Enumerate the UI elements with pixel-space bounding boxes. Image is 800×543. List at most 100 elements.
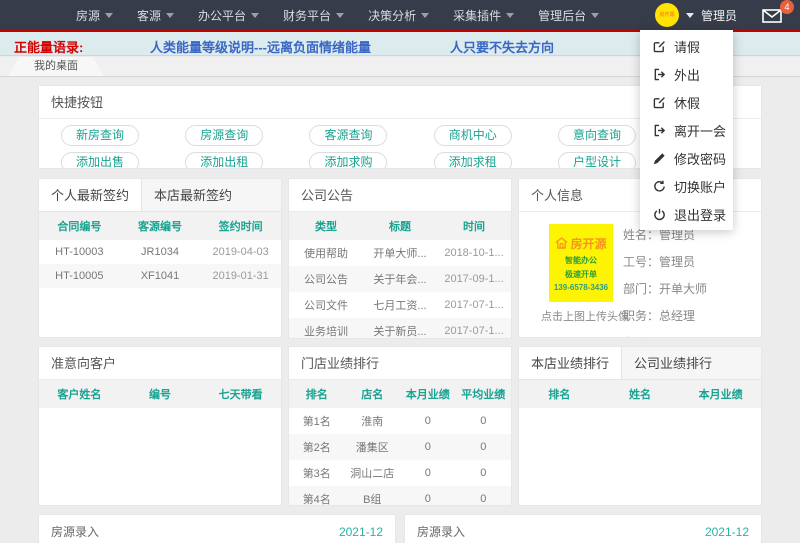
prospective-clients-table: 客户姓名 编号 七天带看 <box>39 380 281 408</box>
chevron-down-icon <box>506 13 514 18</box>
nav-menu-analysis[interactable]: 决策分析 <box>368 7 429 24</box>
chart-period-link[interactable]: 2021-12 <box>705 525 749 539</box>
quote-text-2: 人只要不失去方向 <box>450 37 554 56</box>
panel-title: 门店业绩排行 <box>289 347 511 380</box>
quick-button-client-query[interactable]: 客源查询 <box>309 125 387 146</box>
dropdown-item-logout[interactable]: 退出登录 <box>640 200 733 228</box>
table-row: 业务培训 关于新员... 2017-07-1... <box>289 318 511 339</box>
navbar-right: 房开源 管理员 4 <box>655 0 788 30</box>
chart-period-link[interactable]: 2021-12 <box>339 525 383 539</box>
refresh-icon <box>653 180 666 193</box>
quick-button-house-query[interactable]: 房源查询 <box>185 125 263 146</box>
nav-menu-plugins[interactable]: 采集插件 <box>453 7 514 24</box>
col-header: 时间 <box>437 212 511 240</box>
top-navbar: 房源 客源 办公平台 财务平台 决策分析 采集插件 管理后台 房开源 管理员 4 <box>0 0 800 30</box>
chart-header: 房源录入 2021-12 <box>39 515 395 543</box>
nav-menu-label: 采集插件 <box>453 7 501 24</box>
panel-title: 公司公告 <box>289 179 511 212</box>
latest-signing-panel: 个人最新签约 本店最新签约 合同编号 客源编号 签约时间 HT-10003 JR… <box>38 178 282 338</box>
tab-company-ranking[interactable]: 公司业绩排行 <box>622 347 724 379</box>
power-icon <box>653 208 666 221</box>
quick-buttons-row-2: 添加出售 添加出租 添加求购 添加求租 户型设计 <box>61 152 636 169</box>
col-header: 类型 <box>289 212 363 240</box>
table-row: HT-10003 JR1034 2019-04-03 <box>39 240 281 264</box>
nav-menu-clients[interactable]: 客源 <box>137 7 174 24</box>
nav-menu-housing[interactable]: 房源 <box>76 7 113 24</box>
col-header: 合同编号 <box>39 212 120 240</box>
table-header-row: 排名 姓名 本月业绩 <box>519 380 761 408</box>
nav-menu-admin[interactable]: 管理后台 <box>538 7 599 24</box>
nav-menu-label: 财务平台 <box>283 7 331 24</box>
upload-hint: 点击上图上传头像 <box>541 308 629 324</box>
dropdown-item-change-password[interactable]: 修改密码 <box>640 144 733 172</box>
edit-square-icon <box>653 40 666 53</box>
prospective-clients-panel: 准意向客户 客户姓名 编号 七天带看 <box>38 346 282 506</box>
nav-menu-label: 管理后台 <box>538 7 586 24</box>
field-position: 职务：总经理 <box>623 303 707 330</box>
quick-button-add-sale[interactable]: 添加出售 <box>61 152 139 169</box>
quick-button-floorplan-design[interactable]: 户型设计 <box>558 152 636 169</box>
quick-button-add-rent[interactable]: 添加出租 <box>185 152 263 169</box>
quick-button-new-house-query[interactable]: 新房查询 <box>61 125 139 146</box>
field-phone: 电话：admin <box>623 330 707 338</box>
col-header: 七天带看 <box>200 380 281 408</box>
tab-store-latest-signing[interactable]: 本店最新签约 <box>142 179 244 211</box>
store-ranking-table: 排名 店名 本月业绩 平均业绩 第1名 淮南 0 0 第2名 潘集区 0 0 <box>289 380 511 506</box>
chart-header: 房源录入 2021-12 <box>405 515 761 543</box>
brand-text: 房开源 <box>570 235 606 252</box>
chart-title: 房源录入 <box>417 523 465 540</box>
house-entry-chart-panel-right: 房源录入 2021-12 <box>404 514 762 543</box>
shop-ranking-panel: 本店业绩排行 公司业绩排行 排名 姓名 本月业绩 <box>518 346 762 506</box>
table-header-row: 类型 标题 时间 <box>289 212 511 240</box>
tab-shop-ranking[interactable]: 本店业绩排行 <box>519 347 622 379</box>
avatar[interactable]: 房开源 <box>655 3 679 27</box>
avatar-brand-text: 房开源 <box>659 13 674 18</box>
table-row: 第2名 潘集区 0 0 <box>289 434 511 460</box>
house-icon <box>555 237 568 249</box>
chevron-down-icon <box>166 13 174 18</box>
chevron-down-icon <box>421 13 429 18</box>
tab-personal-latest-signing[interactable]: 个人最新签约 <box>39 179 142 211</box>
table-header-row: 客户姓名 编号 七天带看 <box>39 380 281 408</box>
avatar-upload-card[interactable]: 房开源 智能办公 极速开单 139-6578-3436 <box>549 224 613 302</box>
col-header: 平均业绩 <box>456 380 512 408</box>
notification-badge: 4 <box>780 0 794 14</box>
col-header: 客户姓名 <box>39 380 120 408</box>
table-row: 第3名 洞山二店 0 0 <box>289 460 511 486</box>
chevron-down-icon <box>686 13 694 18</box>
edit-square-icon <box>653 96 666 109</box>
chevron-down-icon <box>336 13 344 18</box>
field-employee-id: 工号：管理员 <box>623 249 707 276</box>
quick-button-add-rent-request[interactable]: 添加求租 <box>434 152 512 169</box>
envelope-icon <box>762 9 782 23</box>
tab-my-desktop[interactable]: 我的桌面 <box>8 57 104 76</box>
dropdown-item-switch-account[interactable]: 切换账户 <box>640 172 733 200</box>
quick-button-intent-query[interactable]: 意向查询 <box>558 125 636 146</box>
quick-button-business-center[interactable]: 商机中心 <box>434 125 512 146</box>
house-entry-chart-panel-left: 房源录入 2021-12 <box>38 514 396 543</box>
dropdown-item-away-for-a-while[interactable]: 离开一会 <box>640 116 733 144</box>
col-header: 客源编号 <box>120 212 201 240</box>
mail-icon[interactable]: 4 <box>762 2 788 28</box>
username[interactable]: 管理员 <box>701 7 737 24</box>
dropdown-item-vacation[interactable]: 休假 <box>640 88 733 116</box>
sign-out-icon <box>653 124 666 137</box>
col-header: 排名 <box>519 380 600 408</box>
col-header: 本月业绩 <box>680 380 761 408</box>
nav-menu-label: 客源 <box>137 7 161 24</box>
table-row: 公司文件 七月工资... 2017-07-1... <box>289 292 511 318</box>
dashboard-page: 房源 客源 办公平台 财务平台 决策分析 采集插件 管理后台 房开源 管理员 4… <box>0 0 800 543</box>
nav-menu-finance[interactable]: 财务平台 <box>283 7 344 24</box>
col-header: 店名 <box>345 380 401 408</box>
table-row: 使用帮助 开单大师... 2018-10-1... <box>289 240 511 266</box>
nav-menu-office[interactable]: 办公平台 <box>198 7 259 24</box>
table-header-row: 排名 店名 本月业绩 平均业绩 <box>289 380 511 408</box>
quick-button-add-buy-request[interactable]: 添加求购 <box>309 152 387 169</box>
table-row: 第1名 淮南 0 0 <box>289 408 511 434</box>
col-header: 签约时间 <box>200 212 281 240</box>
dropdown-item-leave-request[interactable]: 请假 <box>640 32 733 60</box>
chevron-down-icon <box>105 13 113 18</box>
dropdown-item-go-out[interactable]: 外出 <box>640 60 733 88</box>
store-ranking-panel: 门店业绩排行 排名 店名 本月业绩 平均业绩 第1名 淮南 0 0 第2名 潘集… <box>288 346 512 506</box>
quote-text-1: 人类能量等级说明---远离负面情绪能量 <box>150 37 371 56</box>
